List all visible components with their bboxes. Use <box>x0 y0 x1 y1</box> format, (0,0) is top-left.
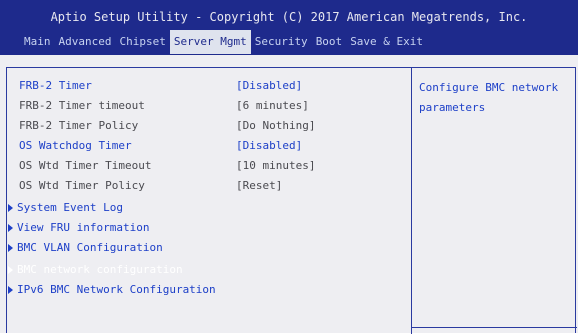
setting-value[interactable]: [Disabled] <box>236 76 302 96</box>
setting-frb2-timer[interactable]: FRB-2 Timer [Disabled] <box>7 76 411 96</box>
submenu-label: System Event Log <box>17 201 123 214</box>
help-separator <box>411 327 577 328</box>
header-bar: Aptio Setup Utility - Copyright (C) 2017… <box>0 0 578 55</box>
submenu-arrow-icon <box>8 224 13 232</box>
submenu-view-fru-information[interactable]: View FRU information <box>7 218 411 238</box>
setting-label: FRB-2 Timer <box>19 79 92 92</box>
submenu-label: BMC network configuration <box>17 263 183 276</box>
tab-chipset[interactable]: Chipset <box>115 30 169 54</box>
tab-bar: Main Advanced Chipset Server Mgmt Securi… <box>20 30 427 54</box>
setting-value[interactable]: [10 minutes] <box>236 156 315 176</box>
submenu-system-event-log[interactable]: System Event Log <box>7 198 411 218</box>
tab-boot[interactable]: Boot <box>312 30 347 54</box>
tab-main[interactable]: Main <box>20 30 55 54</box>
submenu-arrow-icon <box>8 244 13 252</box>
setting-value[interactable]: [Reset] <box>236 176 282 196</box>
submenu-arrow-icon <box>8 204 13 212</box>
submenu-label: BMC VLAN Configuration <box>17 241 163 254</box>
submenu-ipv6-bmc-network-configuration[interactable]: IPv6 BMC Network Configuration <box>7 280 411 300</box>
tab-advanced[interactable]: Advanced <box>55 30 116 54</box>
settings-frame: FRB-2 Timer [Disabled] FRB-2 Timer timeo… <box>6 67 577 334</box>
submenu-bmc-network-configuration[interactable]: BMC network configuration <box>7 260 411 280</box>
setting-label: OS Wtd Timer Timeout <box>19 159 152 172</box>
setting-label: OS Watchdog Timer <box>19 139 132 152</box>
bios-setup-screen: Aptio Setup Utility - Copyright (C) 2017… <box>0 0 578 334</box>
setting-label: FRB-2 Timer Policy <box>19 119 139 132</box>
setting-label: OS Wtd Timer Policy <box>19 179 145 192</box>
utility-title: Aptio Setup Utility - Copyright (C) 2017… <box>50 10 528 24</box>
submenu-bmc-vlan-configuration[interactable]: BMC VLAN Configuration <box>7 238 411 258</box>
submenu-label: View FRU information <box>17 221 150 234</box>
setting-os-watchdog-timer[interactable]: OS Watchdog Timer [Disabled] <box>7 136 411 156</box>
tab-server-mgmt[interactable]: Server Mgmt <box>169 30 251 54</box>
help-text: Configure BMC network parameters <box>419 81 559 114</box>
setting-frb2-policy[interactable]: FRB-2 Timer Policy [Do Nothing] <box>7 116 411 136</box>
setting-label: FRB-2 Timer timeout <box>19 99 145 112</box>
tab-security[interactable]: Security <box>251 30 312 54</box>
tab-save-exit[interactable]: Save & Exit <box>346 30 427 54</box>
setting-value[interactable]: [6 minutes] <box>236 96 309 116</box>
submenu-arrow-icon <box>8 266 13 274</box>
setting-os-wtd-policy[interactable]: OS Wtd Timer Policy [Reset] <box>7 176 411 196</box>
submenu-label: IPv6 BMC Network Configuration <box>17 283 216 296</box>
setting-value[interactable]: [Disabled] <box>236 136 302 156</box>
help-divider <box>411 68 412 334</box>
setting-os-wtd-timeout[interactable]: OS Wtd Timer Timeout [10 minutes] <box>7 156 411 176</box>
submenu-arrow-icon <box>8 286 13 294</box>
setting-frb2-timeout[interactable]: FRB-2 Timer timeout [6 minutes] <box>7 96 411 116</box>
setting-value[interactable]: [Do Nothing] <box>236 116 315 136</box>
